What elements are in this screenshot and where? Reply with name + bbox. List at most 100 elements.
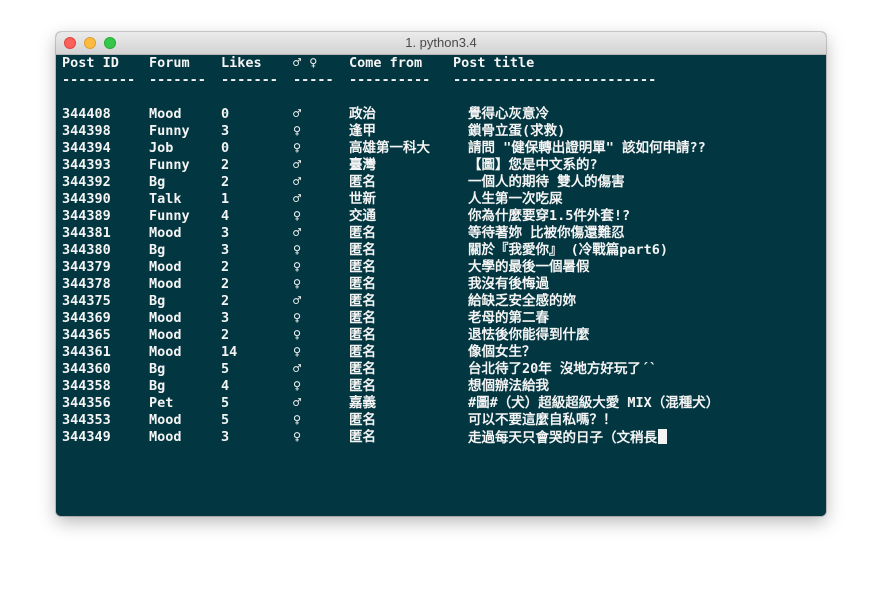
post-come-from: 嘉義	[349, 395, 376, 411]
header-forum: Forum	[149, 55, 190, 71]
gender-icon: ♀	[293, 276, 302, 292]
post-forum: Bg	[149, 378, 166, 394]
post-title: 【圖】您是中文系的?	[468, 157, 598, 173]
post-forum: Mood	[149, 310, 182, 326]
post-id: 344380	[62, 242, 111, 258]
post-forum: Mood	[149, 106, 182, 122]
table-row: 344390 Talk 1 ♂ 世新 人生第一次吃屎	[62, 191, 820, 208]
gender-icon: ♂	[293, 225, 302, 241]
table-row: 344360 Bg 5 ♂ 匿名 台北待了20年 沒地方好玩了´`	[62, 361, 820, 378]
post-title: 可以不要這麼自私嗎？！	[468, 412, 617, 428]
post-id: 344394	[62, 140, 111, 156]
post-come-from: 匿名	[349, 242, 376, 258]
post-come-from: 逢甲	[349, 123, 376, 139]
post-id: 344398	[62, 123, 111, 139]
post-forum: Bg	[149, 293, 166, 309]
header-post-id: Post ID	[62, 55, 119, 71]
post-likes: 5	[221, 361, 230, 377]
gender-icon: ♀	[293, 259, 302, 275]
gender-icon: ♀	[293, 208, 302, 224]
post-come-from: 政治	[349, 106, 376, 122]
separator-title: -------------------------	[453, 72, 657, 88]
post-title: 想個辦法給我	[468, 378, 549, 394]
post-forum: Bg	[149, 174, 166, 190]
table-row: 344378 Mood 2 ♀ 匿名 我沒有後悔過	[62, 276, 820, 293]
post-forum: Mood	[149, 327, 182, 343]
post-id: 344389	[62, 208, 111, 224]
gender-icon: ♀	[293, 378, 302, 394]
post-id: 344360	[62, 361, 111, 377]
post-likes: 0	[221, 140, 230, 156]
post-id: 344378	[62, 276, 111, 292]
table-row: 344380 Bg 3 ♀ 匿名 關於『我愛你』 (冷戰篇part6)	[62, 242, 820, 259]
post-title: 鎖骨立蛋(求救)	[468, 123, 566, 139]
post-list: 344408 Mood 0 ♂ 政治 覺得心灰意冷 344398 Funny 3…	[62, 106, 820, 446]
post-come-from: 匿名	[349, 344, 376, 360]
table-header: Post ID Forum Likes ♂ ♀ Come from Post t…	[62, 55, 820, 72]
gender-icon: ♂	[293, 174, 302, 190]
post-id: 344353	[62, 412, 111, 428]
post-forum: Talk	[149, 191, 182, 207]
post-likes: 2	[221, 327, 230, 343]
post-come-from: 匿名	[349, 327, 376, 343]
post-come-from: 匿名	[349, 378, 376, 394]
window-title: 1. python3.4	[405, 35, 477, 50]
gender-icon: ♀	[293, 242, 302, 258]
post-forum: Mood	[149, 429, 182, 445]
post-likes: 4	[221, 378, 230, 394]
terminal-output[interactable]: Post ID Forum Likes ♂ ♀ Come from Post t…	[56, 55, 826, 516]
table-row: 344408 Mood 0 ♂ 政治 覺得心灰意冷	[62, 106, 820, 123]
post-come-from: 臺灣	[349, 157, 376, 173]
post-title: 一個人的期待 雙人的傷害	[468, 174, 625, 190]
post-come-from: 高雄第一科大	[349, 140, 430, 156]
post-forum: Mood	[149, 276, 182, 292]
post-title: 給缺乏安全感的妳	[468, 293, 576, 309]
post-likes: 0	[221, 106, 230, 122]
table-row: 344349 Mood 3 ♀ 匿名 走過每天只會哭的日子（文稍長	[62, 429, 820, 446]
post-likes: 1	[221, 191, 230, 207]
post-likes: 2	[221, 174, 230, 190]
post-forum: Funny	[149, 208, 190, 224]
title-bar[interactable]: 1. python3.4	[56, 32, 826, 55]
post-likes: 3	[221, 429, 230, 445]
post-id: 344379	[62, 259, 111, 275]
gender-icon: ♀	[293, 140, 302, 156]
post-likes: 2	[221, 157, 230, 173]
post-title: 覺得心灰意冷	[468, 106, 549, 122]
post-come-from: 匿名	[349, 429, 376, 445]
post-forum: Mood	[149, 225, 182, 241]
post-title: 退怯後你能得到什麼	[468, 327, 590, 343]
table-row: 344365 Mood 2 ♀ 匿名 退怯後你能得到什麼	[62, 327, 820, 344]
table-row: 344379 Mood 2 ♀ 匿名 大學的最後一個暑假	[62, 259, 820, 276]
post-id: 344349	[62, 429, 111, 445]
separator-id: ---------	[62, 72, 136, 88]
post-id: 344365	[62, 327, 111, 343]
header-post-title: Post title	[453, 55, 535, 71]
post-title: #圖#（犬）超級超級大愛 MIX（混種犬）	[468, 395, 720, 411]
header-gender: ♂ ♀	[293, 55, 318, 71]
table-row: 344353 Mood 5 ♀ 匿名 可以不要這麼自私嗎？！	[62, 412, 820, 429]
gender-icon: ♂	[293, 293, 302, 309]
gender-icon: ♀	[293, 429, 302, 445]
post-likes: 3	[221, 310, 230, 326]
post-title: 請問 "健保轉出證明單" 該如何申請??	[468, 140, 706, 156]
table-row: 344398 Funny 3 ♀ 逢甲 鎖骨立蛋(求救)	[62, 123, 820, 140]
table-row: 344381 Mood 3 ♂ 匿名 等待著妳 比被你傷還難忍	[62, 225, 820, 242]
separator-from: ----------	[349, 72, 431, 88]
post-title: 人生第一次吃屎	[468, 191, 563, 207]
gender-icon: ♂	[293, 361, 302, 377]
gender-icon: ♂	[293, 106, 302, 122]
table-row: 344369 Mood 3 ♀ 匿名 老母的第二春	[62, 310, 820, 327]
post-title: 台北待了20年 沒地方好玩了´`	[468, 361, 658, 377]
post-id: 344375	[62, 293, 111, 309]
gender-icon: ♂	[293, 157, 302, 173]
post-id: 344392	[62, 174, 111, 190]
gender-icon: ♀	[293, 412, 302, 428]
terminal-window: 1. python3.4 Post ID Forum Likes ♂ ♀ Com…	[56, 32, 826, 516]
gender-icon: ♀	[293, 327, 302, 343]
separator-likes: -------	[221, 72, 278, 88]
post-come-from: 匿名	[349, 293, 376, 309]
post-title: 像個女生？	[468, 344, 536, 360]
post-id: 344369	[62, 310, 111, 326]
post-come-from: 世新	[349, 191, 376, 207]
